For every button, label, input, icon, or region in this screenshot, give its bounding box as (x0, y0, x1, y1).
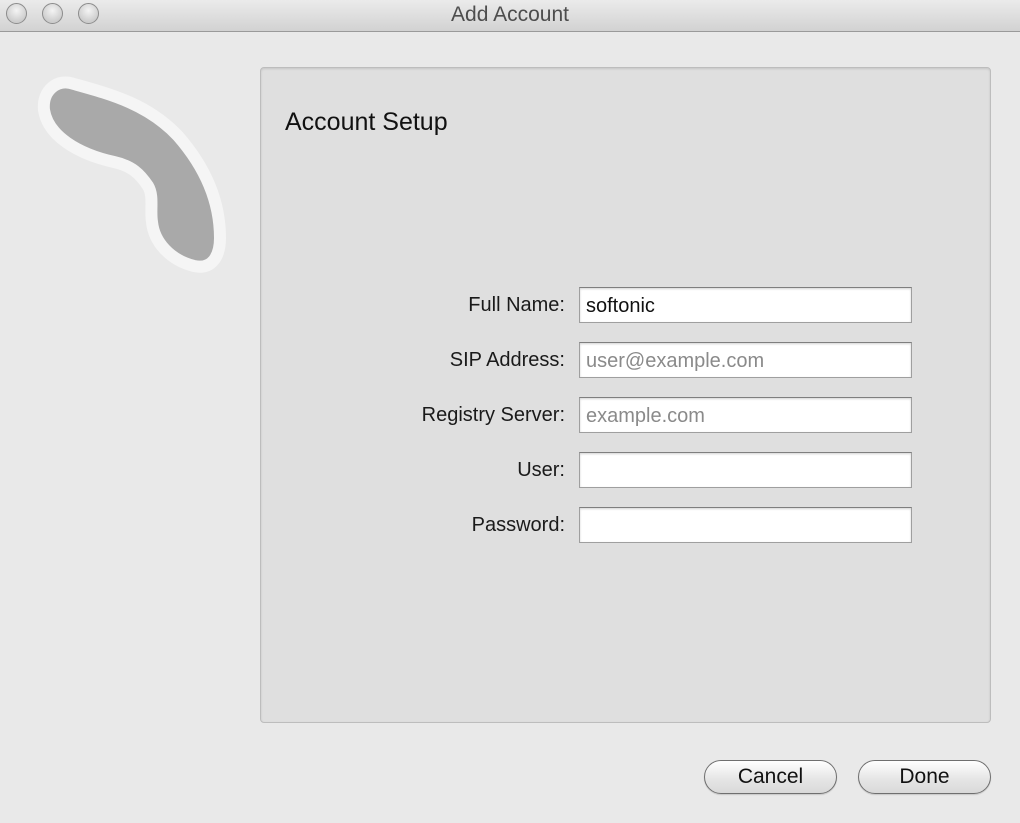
user-label: User: (517, 459, 565, 481)
password-field[interactable] (579, 507, 912, 543)
user-field[interactable] (579, 452, 912, 488)
sip-address-field[interactable] (579, 342, 912, 378)
full-name-label: Full Name: (468, 294, 565, 316)
done-button[interactable]: Done (858, 760, 991, 794)
registry-server-field[interactable] (579, 397, 912, 433)
window-title: Add Account (451, 3, 569, 26)
cancel-button[interactable]: Cancel (704, 760, 837, 794)
phone-handset-icon (37, 76, 226, 273)
title-bar[interactable]: Add Account (0, 0, 1020, 32)
add-account-window: Add Account Account Setup Full Name: SIP… (0, 0, 1020, 823)
sip-address-label: SIP Address: (449, 349, 565, 371)
account-setup-panel: Account Setup Full Name: SIP Address: Re… (260, 67, 991, 723)
panel-title: Account Setup (285, 108, 448, 136)
password-label: Password: (471, 514, 565, 536)
full-name-field[interactable] (579, 287, 912, 323)
registry-server-label: Registry Server: (421, 404, 565, 426)
